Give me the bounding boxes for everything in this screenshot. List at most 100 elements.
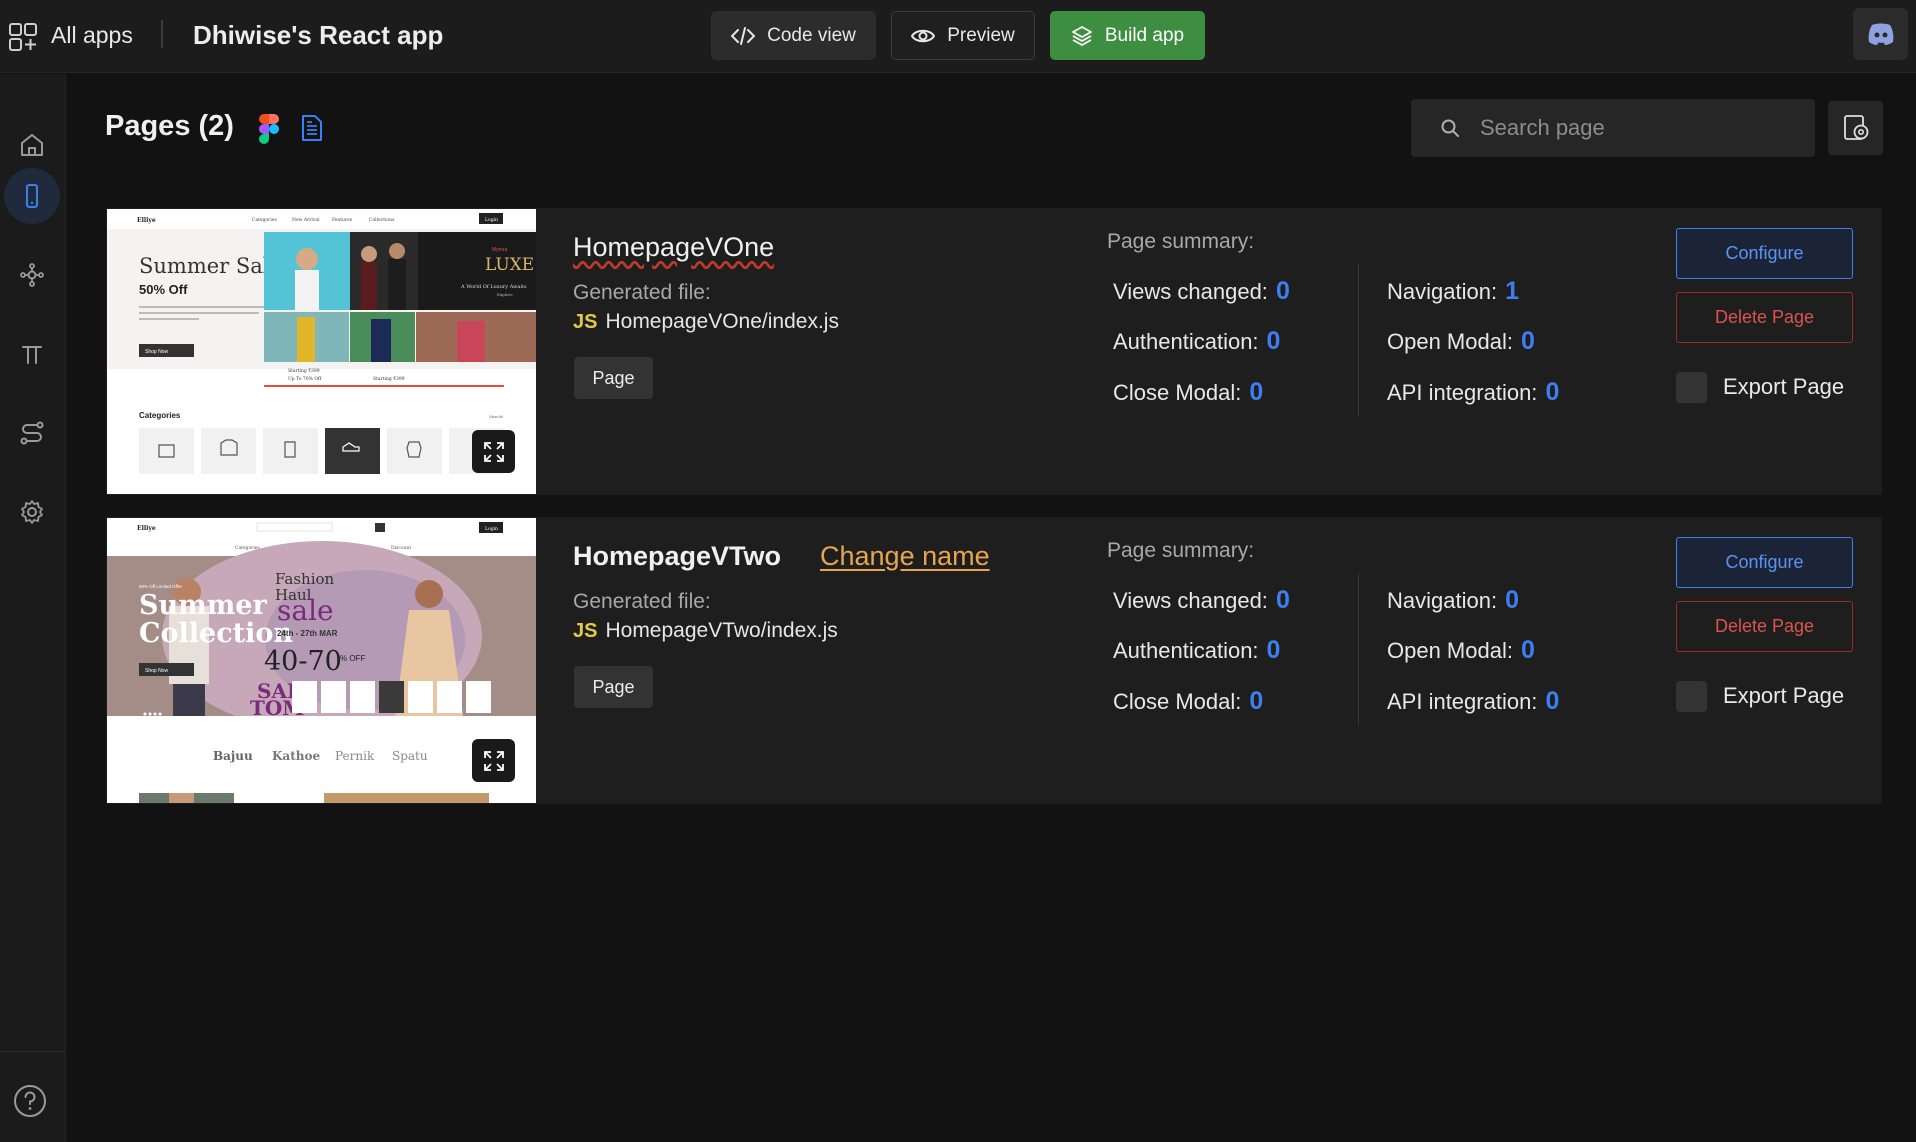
generated-file-label: Generated file: — [573, 590, 711, 613]
thumb-dates: 24th - 27th MAR — [277, 629, 338, 638]
stat-authentication: Authentication: 0 — [1113, 327, 1281, 355]
sidebar-divider — [0, 1051, 66, 1052]
thumb-brand: Elliye — [137, 525, 156, 532]
page-card: Elliye Login Categories New Arrival Feat… — [106, 517, 1882, 804]
thumb-headline: Summer Sale — [139, 254, 282, 278]
thumb-brand-logo: Spatu — [392, 749, 428, 763]
thumb-shop-now: Shop Now — [145, 349, 168, 355]
page-summary-label: Page summary: — [1107, 230, 1255, 253]
thumb-percent: 40-70 — [264, 646, 342, 677]
export-page-checkbox[interactable] — [1676, 681, 1707, 712]
thumb-headline: Collection — [139, 618, 293, 649]
generated-file[interactable]: JS HomepageVOne/index.js — [573, 310, 839, 334]
top-bar: All apps Dhiwise's React app Code view P… — [0, 0, 1916, 73]
js-icon: JS — [573, 620, 598, 642]
page-settings-button[interactable] — [1828, 101, 1883, 155]
stat-api-integration: API integration: 0 — [1387, 687, 1560, 715]
thumb-price: Starting ₹399 — [373, 376, 405, 382]
export-page-label[interactable]: Export Page — [1723, 683, 1844, 709]
app-title: Dhiwise's React app — [193, 20, 444, 50]
configure-button[interactable]: Configure — [1676, 228, 1853, 279]
thumb-categories: Categories — [139, 411, 181, 420]
search-icon — [1441, 119, 1459, 137]
page-name[interactable]: HomepageVTwo — [573, 541, 781, 572]
change-name-link[interactable]: Change name — [820, 541, 990, 572]
delete-page-button[interactable]: Delete Page — [1676, 292, 1853, 343]
nodes-icon — [20, 263, 44, 287]
stats-divider — [1358, 264, 1359, 416]
thumb-sale: sale — [277, 594, 334, 627]
document-icon[interactable] — [300, 114, 324, 142]
thumb-luxe: LUXE — [485, 255, 534, 275]
preview-button[interactable]: Preview — [891, 11, 1035, 60]
sidebar-item-components[interactable] — [4, 247, 60, 303]
page-thumbnail[interactable]: Elliye Login Categories New Arrival Feat… — [107, 518, 536, 803]
thumb-brand-logo: Pernik — [335, 749, 375, 763]
sidebar-item-home[interactable] — [4, 117, 60, 173]
thumb-nav-item: Discount — [391, 545, 411, 551]
divider — [161, 20, 163, 48]
home-icon — [21, 134, 43, 156]
route-icon — [20, 421, 44, 445]
all-apps-icon[interactable] — [8, 22, 38, 52]
stat-navigation: Navigation: 0 — [1387, 586, 1519, 614]
discord-icon — [1868, 23, 1893, 45]
expand-preview-button[interactable] — [472, 430, 515, 473]
stat-close-modal: Close Modal: 0 — [1113, 378, 1264, 406]
preview-label: Preview — [947, 24, 1015, 46]
code-view-label: Code view — [767, 24, 856, 46]
generated-file[interactable]: JS HomepageVTwo/index.js — [573, 619, 838, 643]
configure-button[interactable]: Configure — [1676, 537, 1853, 588]
js-icon: JS — [573, 311, 598, 333]
thumb-off: % OFF — [340, 654, 365, 663]
page-name[interactable]: HomepageVOne — [573, 232, 774, 263]
gear-icon — [21, 500, 43, 524]
thumb-luxe-brand: Myntra — [492, 247, 508, 253]
mobile-icon — [26, 184, 38, 208]
thumb-brand-logo: Bajuu — [213, 749, 253, 763]
stat-authentication: Authentication: 0 — [1113, 636, 1281, 664]
export-page-label[interactable]: Export Page — [1723, 374, 1844, 400]
build-app-button[interactable]: Build app — [1050, 11, 1205, 60]
pi-icon — [22, 346, 42, 364]
settings-page-icon — [1843, 115, 1868, 140]
delete-page-button[interactable]: Delete Page — [1676, 601, 1853, 652]
page-card: Elliye Categories New Arrival Features C… — [106, 208, 1882, 495]
code-icon — [731, 26, 756, 45]
page-title: Pages (2) — [105, 110, 234, 142]
expand-preview-button[interactable] — [472, 739, 515, 782]
stat-views-changed: Views changed: 0 — [1113, 277, 1290, 305]
expand-icon — [483, 750, 504, 771]
sidebar — [0, 74, 66, 1142]
generated-file-path: HomepageVOne/index.js — [605, 310, 839, 333]
code-view-button[interactable]: Code view — [711, 11, 876, 60]
sidebar-item-flows[interactable] — [4, 405, 60, 461]
thumb-brand: Elliye — [137, 217, 156, 224]
help-icon[interactable] — [12, 1083, 48, 1119]
stat-open-modal: Open Modal: 0 — [1387, 636, 1535, 664]
all-apps-link[interactable]: All apps — [51, 22, 133, 49]
stat-views-changed: Views changed: 0 — [1113, 586, 1290, 614]
generated-file-label: Generated file: — [573, 281, 711, 304]
eye-icon — [911, 29, 936, 42]
thumb-price: Up To 70% Off — [288, 376, 322, 382]
generated-file-path: HomepageVTwo/index.js — [605, 619, 838, 642]
export-page-checkbox[interactable] — [1676, 372, 1707, 403]
thumb-login: Login — [485, 526, 498, 532]
thumb-nav-item: New Arrival — [292, 217, 320, 223]
search-input[interactable] — [1480, 115, 1800, 141]
build-app-label: Build app — [1104, 24, 1185, 46]
thumb-brand-logo: Kathoe — [272, 749, 320, 763]
thumb-price: Starting ₹399 — [288, 368, 320, 374]
stat-close-modal: Close Modal: 0 — [1113, 687, 1264, 715]
thumb-headline: Summer — [139, 590, 267, 621]
figma-icon[interactable] — [259, 114, 279, 144]
discord-button[interactable] — [1853, 8, 1908, 60]
page-thumbnail[interactable]: Elliye Categories New Arrival Features C… — [107, 209, 536, 494]
stats-divider — [1358, 573, 1359, 725]
search-box[interactable] — [1411, 99, 1815, 157]
sidebar-item-constants[interactable] — [4, 326, 60, 382]
page-type-tag: Page — [574, 666, 653, 708]
sidebar-item-settings[interactable] — [4, 484, 60, 540]
sidebar-item-pages[interactable] — [4, 168, 60, 224]
